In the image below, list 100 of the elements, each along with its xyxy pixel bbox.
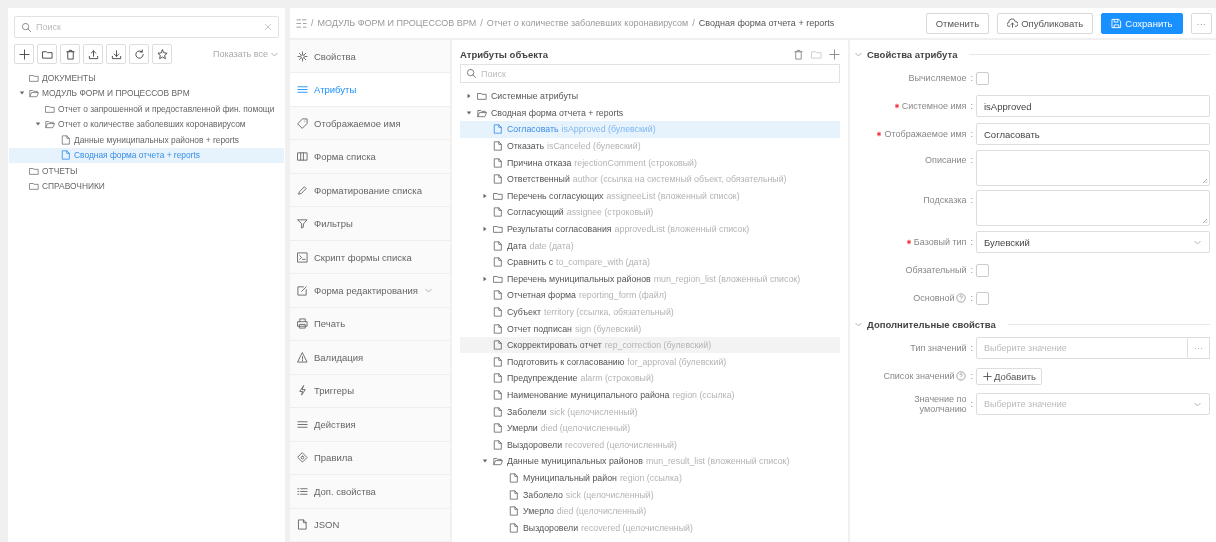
label-colon: : xyxy=(970,399,973,409)
tree-item[interactable]: СПРАВОЧНИКИ xyxy=(9,178,284,194)
trash-icon[interactable] xyxy=(793,48,804,60)
resize-grip-icon[interactable] xyxy=(1202,178,1208,184)
tree-item[interactable]: МОДУЛЬ ФОРМ И ПРОЦЕССОВ BPM xyxy=(9,85,284,101)
attribute-item[interactable]: Результаты согласования approvedList (вложенный список) xyxy=(460,220,840,238)
publish-button[interactable]: Опубликовать xyxy=(997,12,1094,34)
nav-tab[interactable]: Фильтры xyxy=(290,207,450,241)
section-title: Свойства атрибута xyxy=(867,48,958,60)
attribute-item[interactable]: Ответственный author (ссылка на системный объект, обязательный) xyxy=(460,170,840,188)
attribute-item[interactable]: Сводная форма отчета + reports xyxy=(460,104,840,122)
breadcrumb-link[interactable]: Сводная форма отчета + reports xyxy=(698,18,835,28)
nav-tab[interactable]: Свойства xyxy=(290,40,450,74)
attribute-item[interactable]: Подготовить к согласованию for_approval (булевский) xyxy=(460,353,840,371)
search-field[interactable]: Поиск xyxy=(14,16,279,38)
close-icon[interactable] xyxy=(264,23,272,31)
nav-tab[interactable]: Действия xyxy=(290,408,450,442)
attribute-item[interactable]: Выздоровели recovered (целочисленный) xyxy=(460,436,840,454)
file-icon xyxy=(493,240,503,251)
attribute-item[interactable]: Умерло died (целочисленный) xyxy=(460,502,840,520)
caret-icon[interactable] xyxy=(465,109,472,116)
attribute-item[interactable]: Муниципальный район region (ссылка) xyxy=(460,469,840,487)
file-icon xyxy=(493,423,503,434)
plus-icon[interactable] xyxy=(829,48,840,60)
nav-tab[interactable]: Форматирование списка xyxy=(290,173,450,208)
attribute-item[interactable]: Предупреждение alarm (строковый) xyxy=(460,370,840,387)
add-button[interactable]: Добавить xyxy=(976,367,1042,385)
search-input[interactable]: Поиск xyxy=(36,17,260,37)
file-icon xyxy=(509,522,519,533)
attribute-item[interactable]: Заболели sick (целочисленный) xyxy=(460,403,840,420)
field-label: Вычисляемое xyxy=(908,73,967,83)
label-colon: : xyxy=(970,237,973,247)
plus-button[interactable] xyxy=(14,44,34,64)
attribute-item[interactable]: Дата date (дата) xyxy=(460,237,840,254)
folder-icon xyxy=(477,91,487,102)
tree-item[interactable]: ДОКУМЕНТЫ xyxy=(9,70,284,86)
attribute-item[interactable]: Отказать isCanceled (булевский) xyxy=(460,137,840,155)
nav-tab[interactable]: Печать xyxy=(290,307,450,342)
refresh-button[interactable] xyxy=(129,44,149,64)
search-input[interactable]: Поиск xyxy=(481,65,834,82)
nav-tab[interactable]: Доп. свойства xyxy=(290,475,450,509)
file-icon xyxy=(509,506,519,517)
panel-title: Атрибуты объекта xyxy=(460,48,549,60)
caret-icon[interactable] xyxy=(481,458,488,465)
caret-icon[interactable] xyxy=(34,121,41,128)
caret-icon[interactable] xyxy=(481,275,488,282)
attribute-item[interactable]: Системные атрибуты xyxy=(460,87,840,105)
attribute-item[interactable]: Причина отказа rejectionComment (строковый) xyxy=(460,154,840,171)
list-icon xyxy=(297,84,308,96)
caret-icon[interactable] xyxy=(481,226,488,232)
label-colon: : xyxy=(970,155,973,165)
tree-item[interactable]: ОТЧЕТЫ xyxy=(9,163,284,179)
attribute-item[interactable]: Перечень согласующих assigneeList (вложенный список) xyxy=(460,187,840,205)
attribute-item[interactable]: Отчетная форма reporting_form (файл) xyxy=(460,287,840,304)
attribute-item[interactable]: Согласующий assignee (строковый) xyxy=(460,204,840,221)
nav-tab[interactable]: Скрипт формы списка xyxy=(290,240,450,275)
cancel-button[interactable]: Отменить xyxy=(925,12,990,34)
attribute-item[interactable]: Умерли died (целочисленный) xyxy=(460,419,840,437)
help-icon[interactable] xyxy=(956,293,967,303)
trash-button[interactable] xyxy=(60,44,80,64)
attribute-item[interactable]: Заболело sick (целочисленный) xyxy=(460,486,840,503)
nav-tab[interactable]: Триггеры xyxy=(290,374,450,409)
help-icon[interactable] xyxy=(956,371,967,381)
nav-tab[interactable]: Валидация xyxy=(290,341,450,375)
search-field[interactable]: Поиск xyxy=(460,64,840,83)
attribute-item[interactable]: Перечень муниципальных районов mun_region_list (вложенный список) xyxy=(460,270,840,288)
text-field[interactable]: Согласовать xyxy=(976,123,1210,145)
nav-tab[interactable]: Отображаемое имя xyxy=(290,106,450,141)
field-label: Значение по умолчанию xyxy=(913,394,967,414)
attribute-item[interactable]: Наименование муниципального района region (ссылка) xyxy=(460,386,840,404)
tree-item[interactable]: Отчет о количестве заболевших коронавирусом xyxy=(9,116,284,132)
attribute-item[interactable]: Данные муниципальных районов mun_result_list (вложенный список) xyxy=(460,453,840,470)
nav-tab[interactable]: Форма списка xyxy=(290,140,450,174)
text-field[interactable]: isApproved xyxy=(976,95,1210,117)
attribute-item[interactable]: Отчет подписан sign (булевский) xyxy=(460,320,840,337)
tree-item[interactable]: Данные муниципальных районов + reports xyxy=(9,132,284,148)
nav-tab[interactable]: Правила xyxy=(290,441,450,476)
caret-icon[interactable] xyxy=(18,90,25,97)
caret-icon[interactable] xyxy=(465,93,472,100)
star-button[interactable] xyxy=(152,44,172,64)
select-field[interactable]: Булевский xyxy=(976,231,1210,253)
attribute-item[interactable]: Сравнить с to_compare_with (дата) xyxy=(460,253,840,271)
resize-grip-icon[interactable] xyxy=(1202,218,1208,224)
nav-tab[interactable]: JSON xyxy=(290,508,450,542)
caret-icon[interactable] xyxy=(481,192,488,199)
folder-button[interactable] xyxy=(37,44,57,64)
download-button[interactable] xyxy=(106,44,126,64)
attribute-item[interactable]: Выздоровели recovered (целочисленный) xyxy=(460,519,840,536)
folder-icon xyxy=(29,72,39,83)
tree-item[interactable]: Отчет о запрошенной и предоставленной фин. помощи xyxy=(9,101,284,117)
warning-icon xyxy=(297,351,308,363)
attribute-item[interactable]: Субъект territory (ссылка, обязательный) xyxy=(460,303,840,321)
search-icon xyxy=(466,68,477,80)
upload-button[interactable] xyxy=(83,44,103,64)
checkbox[interactable] xyxy=(976,291,989,305)
tag-icon xyxy=(297,117,308,129)
checkbox[interactable] xyxy=(976,263,989,277)
checkbox[interactable] xyxy=(976,71,989,85)
tree-icon[interactable] xyxy=(296,17,307,29)
nav-tab[interactable]: Форма редактирования xyxy=(290,274,450,308)
